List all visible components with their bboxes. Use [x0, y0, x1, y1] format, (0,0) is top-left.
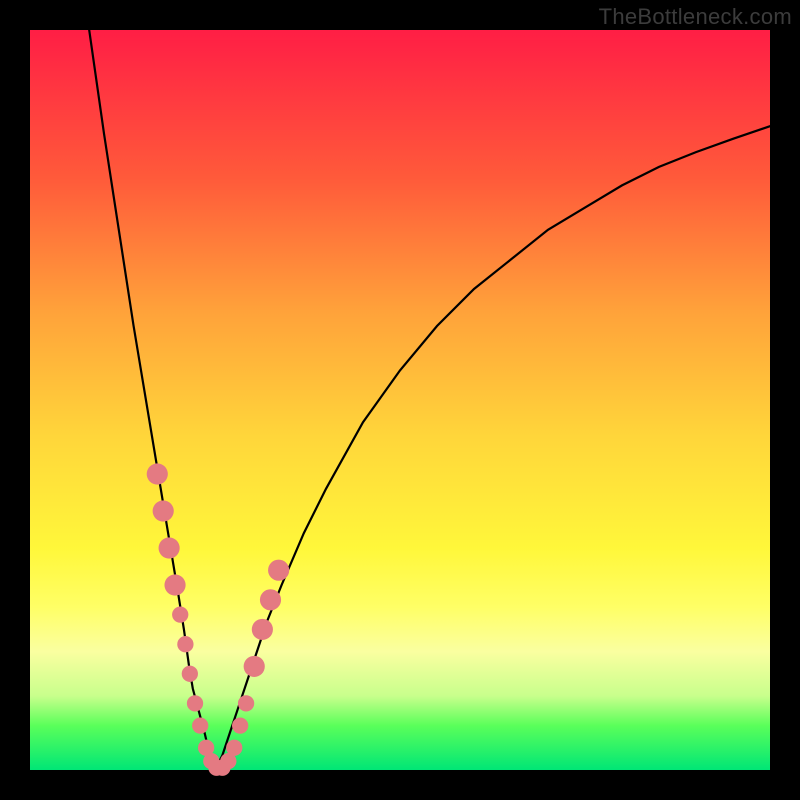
marker-dot [232, 717, 248, 733]
marker-dot [252, 619, 273, 640]
marker-dot [268, 560, 289, 581]
chart-frame: TheBottleneck.com [0, 0, 800, 800]
marker-dot [226, 740, 242, 756]
curve-layer [30, 30, 770, 770]
marker-dot [260, 589, 281, 610]
marker-dot [192, 717, 208, 733]
marker-dot [182, 666, 198, 682]
marker-dot [164, 574, 185, 595]
marker-dot [177, 636, 193, 652]
marker-dot [153, 500, 174, 521]
curve-left [89, 30, 215, 770]
curve-right [215, 126, 770, 770]
watermark-text: TheBottleneck.com [599, 4, 792, 30]
plot-area [30, 30, 770, 770]
marker-dot [187, 695, 203, 711]
marker-dot [159, 537, 180, 558]
marker-dot [244, 656, 265, 677]
marker-dot [147, 463, 168, 484]
marker-dot [172, 606, 188, 622]
marker-dot [238, 695, 254, 711]
